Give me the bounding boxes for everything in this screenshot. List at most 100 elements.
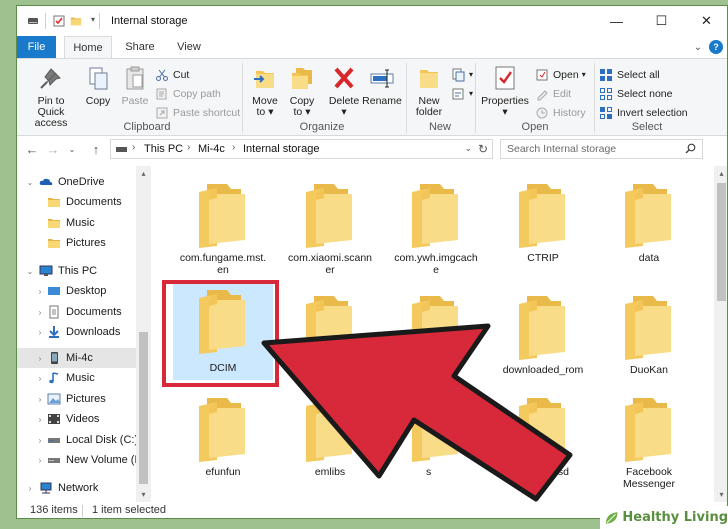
breadcrumb-this-pc[interactable]: This PC [144, 143, 183, 155]
scroll-thumb[interactable] [717, 183, 726, 301]
recent-locations-chevron-icon[interactable]: ⌄ [64, 141, 80, 157]
tab-home[interactable]: Home [64, 36, 112, 58]
chevron-down-icon[interactable]: ⌄ [691, 40, 705, 54]
back-arrow-icon[interactable]: ← [24, 141, 40, 157]
expand-chevron-icon[interactable]: › [35, 436, 45, 445]
expand-chevron-icon[interactable]: › [35, 456, 45, 465]
invert-selection-button[interactable]: Invert selection [599, 104, 688, 121]
folder-item[interactable]: s [386, 392, 486, 478]
search-input[interactable] [501, 140, 676, 158]
delete-button[interactable]: Delete ▾ [325, 63, 363, 118]
copy-path-button[interactable]: Copy path [155, 85, 221, 102]
folder-item[interactable]: emlibs [280, 392, 380, 478]
folder-item[interactable] [386, 290, 486, 364]
nav-item-music-pc[interactable]: › Music [17, 368, 149, 388]
folder-item[interactable]: external-sd [493, 392, 593, 478]
nav-item-onedrive[interactable]: ⌄ OneDrive [17, 172, 149, 192]
folder-item[interactable]: com.xiaomi.scanner [280, 178, 380, 276]
rename-button[interactable]: Rename [362, 63, 402, 107]
nav-item-local-disk[interactable]: › Local Disk (C:) [17, 430, 149, 450]
breadcrumb-chevron-icon[interactable]: › [132, 142, 135, 153]
address-bar[interactable]: › This PC › Mi-4c › Internal storage ⌄ ↻ [110, 139, 493, 159]
expand-chevron-icon[interactable]: › [35, 395, 45, 404]
new-item-button[interactable]: ▾ [451, 66, 473, 83]
minimize-button[interactable]: — [594, 6, 639, 36]
nav-item-new-volume[interactable]: › New Volume (D: [17, 450, 149, 470]
nav-item-desktop[interactable]: › Desktop [17, 281, 149, 301]
expand-chevron-icon[interactable]: ⌄ [25, 178, 35, 187]
new-folder-quick-icon[interactable] [70, 15, 82, 27]
expand-chevron-icon[interactable]: ⌄ [25, 267, 35, 276]
nav-item-music[interactable]: Music [17, 213, 149, 233]
maximize-button[interactable]: ☐ [639, 6, 684, 36]
content-scrollbar[interactable]: ▴ ▾ [714, 166, 727, 502]
breadcrumb-internal-storage[interactable]: Internal storage [243, 143, 319, 155]
expand-chevron-icon[interactable]: › [35, 287, 45, 296]
nav-item-videos[interactable]: › Videos [17, 409, 149, 429]
breadcrumb-mi-4c[interactable]: Mi-4c [198, 143, 225, 155]
properties-button[interactable]: Properties ▾ [479, 63, 531, 118]
close-button[interactable]: ✕ [684, 6, 727, 36]
address-dropdown-icon[interactable]: ⌄ [464, 143, 472, 154]
nav-item-network[interactable]: › Network [17, 478, 149, 498]
quick-access-dropdown-icon[interactable]: ▾ [87, 15, 99, 27]
breadcrumb-chevron-icon[interactable]: › [187, 142, 190, 153]
folder-item[interactable]: efunfun [173, 392, 273, 478]
expand-chevron-icon[interactable]: › [35, 328, 45, 337]
folder-item[interactable]: data [599, 178, 699, 264]
folder-item[interactable]: com.fungame.mst.en [173, 178, 273, 276]
help-icon[interactable]: ? [709, 40, 723, 54]
nav-item-documents-pc[interactable]: › Documents [17, 302, 149, 322]
expand-chevron-icon[interactable]: › [35, 354, 45, 363]
move-to-button[interactable]: Move to ▾ [247, 63, 283, 118]
nav-item-downloads[interactable]: › Downloads [17, 322, 149, 342]
folder-item[interactable] [280, 290, 380, 364]
folder-item[interactable]: downloaded_rom [493, 290, 593, 376]
up-arrow-icon[interactable]: ↑ [88, 141, 104, 157]
tab-file[interactable]: File [17, 36, 56, 58]
delete-dropdown-icon: ▾ [341, 106, 347, 118]
expand-chevron-icon[interactable]: › [35, 374, 45, 383]
nav-label: New Volume (D: [66, 454, 146, 466]
breadcrumb-chevron-icon[interactable]: › [232, 142, 235, 153]
history-button[interactable]: History [535, 104, 586, 121]
scroll-up-arrow-icon[interactable]: ▴ [714, 166, 727, 181]
scroll-thumb[interactable] [139, 332, 148, 484]
nav-item-this-pc[interactable]: ⌄ This PC [17, 261, 149, 281]
tab-view[interactable]: View [167, 36, 211, 58]
copy-to-button[interactable]: Copy to ▾ [284, 63, 320, 118]
edit-button[interactable]: Edit [535, 85, 571, 102]
folder-item[interactable]: com.ywh.imgcache [386, 178, 486, 276]
cut-button[interactable]: Cut [155, 66, 189, 83]
expand-chevron-icon[interactable]: › [25, 484, 35, 493]
nav-item-documents[interactable]: Documents [17, 192, 149, 212]
folder-item[interactable]: CTRIP [493, 178, 593, 264]
search-icon[interactable] [685, 143, 696, 154]
paste-shortcut-button[interactable]: Paste shortcut [155, 104, 240, 121]
nav-item-mi-4c[interactable]: › Mi-4c [17, 348, 149, 368]
easy-access-button[interactable]: ▾ [451, 85, 473, 102]
expand-chevron-icon[interactable]: › [35, 415, 45, 424]
copy-button[interactable]: Copy [81, 63, 115, 107]
drive-icon [27, 15, 39, 27]
pin-to-quick-access-button[interactable]: Pin to Quick access [23, 63, 79, 129]
select-none-button[interactable]: Select none [599, 85, 672, 102]
navigation-scrollbar[interactable]: ▴ ▾ [136, 166, 151, 502]
nav-item-pictures-pc[interactable]: › Pictures [17, 389, 149, 409]
open-button[interactable]: Open ▾ [535, 66, 586, 83]
paste-button[interactable]: Paste [117, 63, 153, 107]
new-folder-button[interactable]: New folder [410, 63, 448, 118]
select-all-button[interactable]: Select all [599, 66, 660, 83]
refresh-icon[interactable]: ↻ [478, 142, 488, 156]
scroll-up-arrow-icon[interactable]: ▴ [136, 166, 151, 181]
search-box [500, 139, 703, 159]
properties-quick-icon[interactable] [53, 15, 65, 27]
tab-share[interactable]: Share [116, 36, 164, 58]
scroll-down-arrow-icon[interactable]: ▾ [714, 487, 727, 502]
folder-item[interactable]: DuoKan [599, 290, 699, 376]
scroll-down-arrow-icon[interactable]: ▾ [136, 487, 151, 502]
forward-arrow-icon[interactable]: → [45, 141, 61, 157]
nav-item-pictures[interactable]: Pictures [17, 233, 149, 253]
expand-chevron-icon[interactable]: › [35, 308, 45, 317]
folder-item[interactable]: Facebook Messenger [599, 392, 699, 490]
